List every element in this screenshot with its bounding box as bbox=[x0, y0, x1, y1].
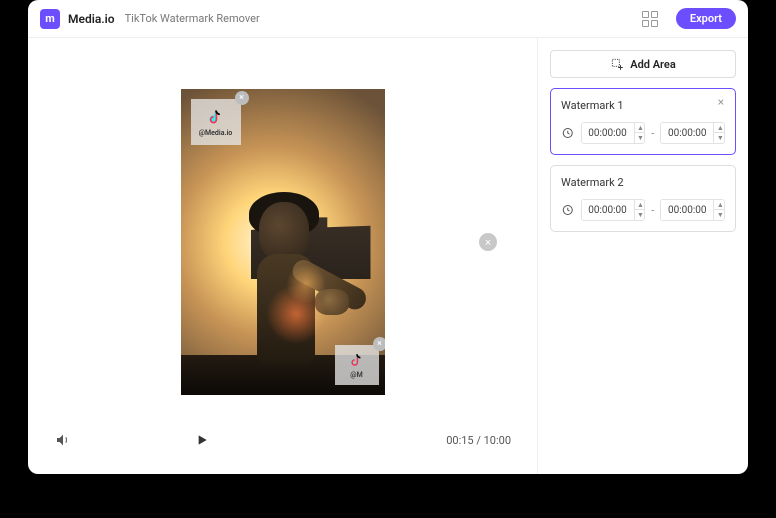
step-down-icon[interactable]: ▼ bbox=[635, 210, 646, 220]
watermark-handle: @M bbox=[350, 371, 362, 379]
card-title: Watermark 2 bbox=[561, 176, 725, 189]
watermark-card-2[interactable]: Watermark 2 ▲▼ - ▲▼ bbox=[550, 165, 736, 232]
close-icon[interactable]: × bbox=[235, 91, 249, 105]
page-title: TikTok Watermark Remover bbox=[125, 12, 260, 25]
main-body: × @Media.io × @M × bbox=[28, 38, 748, 474]
time-display: 00:15 / 10:00 bbox=[446, 434, 511, 447]
clock-icon bbox=[561, 203, 575, 217]
step-down-icon[interactable]: ▼ bbox=[714, 210, 725, 220]
brand-name: Media.io bbox=[68, 12, 115, 26]
card-title: Watermark 1 bbox=[561, 99, 725, 112]
watermark-card-1[interactable]: × Watermark 1 ▲▼ - ▲▼ bbox=[550, 88, 736, 155]
add-area-icon bbox=[610, 57, 624, 71]
volume-icon[interactable] bbox=[54, 431, 72, 449]
sidebar: Add Area × Watermark 1 ▲▼ - ▲▼ bbox=[538, 38, 748, 474]
step-up-icon[interactable]: ▲ bbox=[635, 200, 646, 210]
end-time-input[interactable]: ▲▼ bbox=[660, 199, 725, 221]
watermark-selection-2[interactable]: × @M bbox=[335, 345, 379, 385]
step-up-icon[interactable]: ▲ bbox=[714, 123, 725, 133]
logo-icon: m bbox=[40, 9, 60, 29]
step-down-icon[interactable]: ▼ bbox=[635, 133, 646, 143]
start-time-input[interactable]: ▲▼ bbox=[581, 122, 646, 144]
preview-panel: × @Media.io × @M × bbox=[28, 38, 538, 474]
step-up-icon[interactable]: ▲ bbox=[714, 200, 725, 210]
close-icon[interactable]: × bbox=[373, 337, 385, 351]
player-controls: 00:15 / 10:00 bbox=[48, 426, 517, 454]
video-frame[interactable]: × @Media.io × @M bbox=[181, 89, 385, 395]
play-icon[interactable] bbox=[193, 431, 211, 449]
export-button[interactable]: Export bbox=[676, 8, 736, 29]
topbar: m Media.io TikTok Watermark Remover Expo… bbox=[28, 0, 748, 38]
close-icon[interactable]: × bbox=[715, 96, 727, 108]
tiktok-icon bbox=[348, 352, 366, 370]
watermark-selection-1[interactable]: × @Media.io bbox=[191, 99, 241, 145]
watermark-handle: @Media.io bbox=[199, 129, 232, 137]
time-range-row: ▲▼ - ▲▼ bbox=[561, 199, 725, 221]
add-area-button[interactable]: Add Area bbox=[550, 50, 736, 78]
delete-all-icon[interactable]: × bbox=[479, 233, 497, 251]
start-time-input[interactable]: ▲▼ bbox=[581, 199, 646, 221]
add-area-label: Add Area bbox=[630, 58, 676, 71]
end-time-input[interactable]: ▲▼ bbox=[660, 122, 725, 144]
app-window: m Media.io TikTok Watermark Remover Expo… bbox=[28, 0, 748, 474]
tiktok-icon bbox=[206, 108, 226, 128]
clock-icon bbox=[561, 126, 575, 140]
video-canvas: × @Media.io × @M × bbox=[48, 58, 517, 426]
step-up-icon[interactable]: ▲ bbox=[635, 123, 646, 133]
apps-grid-icon[interactable] bbox=[642, 11, 658, 27]
step-down-icon[interactable]: ▼ bbox=[714, 133, 725, 143]
time-range-row: ▲▼ - ▲▼ bbox=[561, 122, 725, 144]
